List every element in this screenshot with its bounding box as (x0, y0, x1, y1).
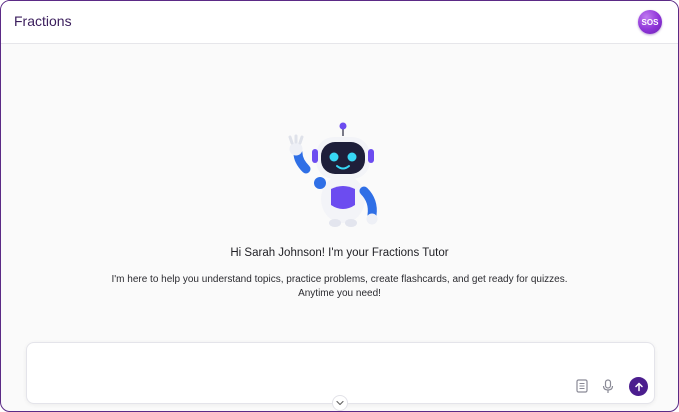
app-window: Fractions SOS Hi Sarah Johnson! I'm your… (0, 0, 679, 412)
send-button[interactable] (629, 377, 648, 396)
welcome-greeting: Hi Sarah Johnson! I'm your Fractions Tut… (230, 247, 449, 259)
arrow-up-icon (634, 382, 643, 391)
page-title: Fractions (14, 13, 72, 29)
chevron-down-icon (336, 400, 344, 406)
robot-mascot (284, 121, 384, 229)
collapse-button[interactable] (332, 395, 348, 411)
header-bar: Fractions SOS (1, 1, 678, 44)
message-input[interactable] (37, 351, 561, 395)
notes-icon[interactable] (574, 377, 590, 395)
microphone-icon[interactable] (600, 377, 616, 395)
welcome-description: I'm here to help you understand topics, … (111, 274, 568, 299)
sos-button[interactable]: SOS (638, 10, 662, 34)
